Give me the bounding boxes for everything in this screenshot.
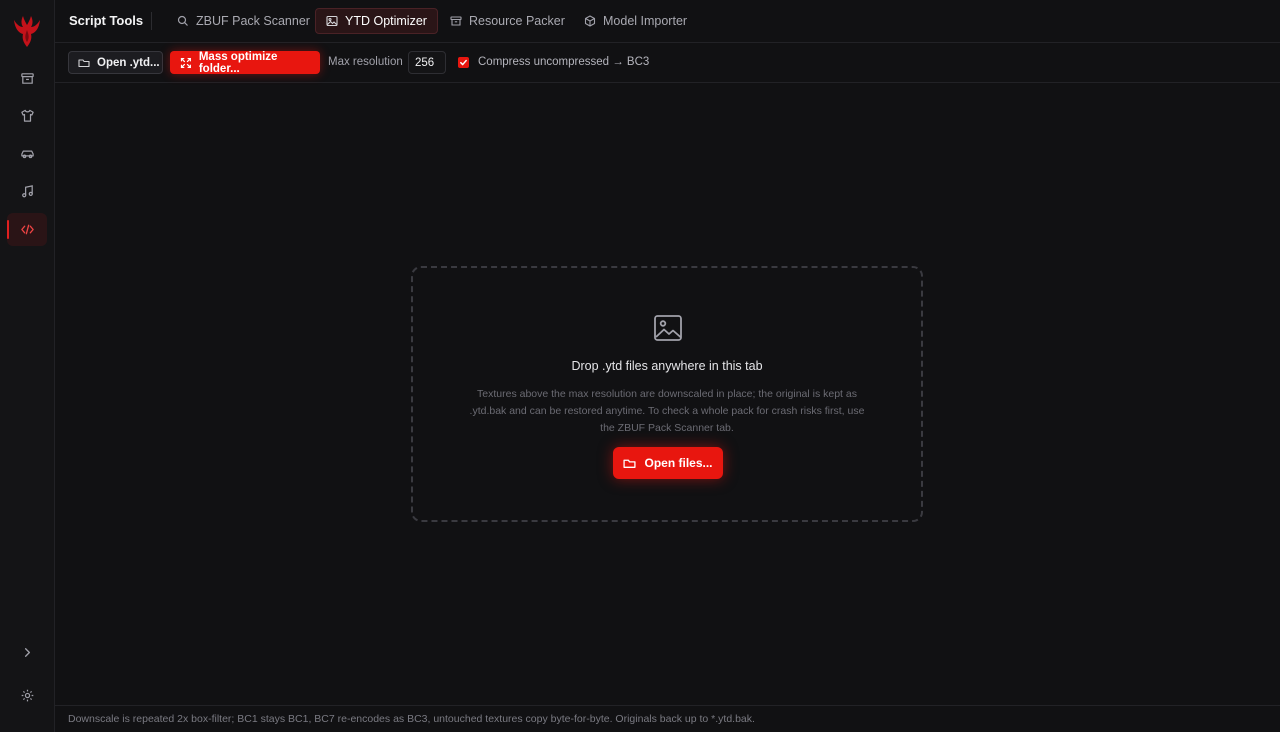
archive-icon (450, 16, 462, 26)
tab-label: Model Importer (603, 14, 688, 28)
image-icon (654, 315, 682, 341)
header-divider (151, 12, 152, 30)
settings-button[interactable] (7, 679, 47, 712)
archive-icon (20, 73, 34, 84)
checkmark-icon (460, 59, 467, 66)
header: Script Tools ZBUF Pack Scanner YTD Optim… (55, 0, 1280, 43)
sidebar-item-clothing[interactable] (7, 99, 47, 132)
status-text: Downscale is repeated 2x box-filter; BC1… (68, 713, 755, 725)
car-icon (20, 150, 34, 159)
sidebar-item-script-tools[interactable] (7, 213, 47, 246)
sidebar-expand-button[interactable] (7, 636, 47, 669)
folder-icon (78, 58, 90, 67)
chevron-right-icon (24, 648, 30, 657)
sidebar (0, 0, 55, 732)
sidebar-item-archive[interactable] (7, 62, 47, 95)
open-ytd-label: Open .ytd... (97, 56, 160, 69)
open-ytd-button[interactable]: Open .ytd... (68, 51, 163, 74)
sidebar-item-vehicles[interactable] (7, 137, 47, 170)
mass-optimize-button[interactable]: Mass optimize folder... (170, 50, 320, 75)
phoenix-logo-icon (14, 16, 40, 47)
compress-checkbox[interactable] (458, 57, 469, 68)
search-icon (177, 15, 188, 26)
shirt-icon (20, 109, 34, 122)
tab-label: ZBUF Pack Scanner (196, 14, 310, 28)
tab-ytd-optimizer[interactable]: YTD Optimizer (315, 8, 438, 34)
tab-resource-packer[interactable]: Resource Packer (440, 8, 575, 34)
image-icon (326, 15, 338, 27)
tab-zbuf-pack-scanner[interactable]: ZBUF Pack Scanner (167, 8, 320, 34)
max-resolution-label: Max resolution (328, 56, 403, 68)
drop-zone-description: Textures above the max resolution are do… (469, 388, 865, 434)
tab-model-importer[interactable]: Model Importer (574, 8, 697, 34)
folder-icon (623, 459, 637, 468)
mass-optimize-label: Mass optimize folder... (198, 50, 278, 75)
drop-zone-title: Drop .ytd files anywhere in this tab (571, 359, 763, 373)
max-resolution-input[interactable] (408, 51, 446, 74)
sidebar-item-audio[interactable] (7, 175, 47, 208)
page-title: Script Tools (69, 13, 144, 28)
drop-zone[interactable]: Drop .ytd files anywhere in this tab Tex… (411, 266, 923, 522)
expand-arrows-icon (180, 57, 191, 68)
music-note-icon (21, 185, 33, 198)
cube-icon (584, 15, 596, 27)
open-files-button[interactable]: Open files... (613, 447, 723, 479)
compress-label: Compress uncompressed → BC3 (478, 56, 650, 68)
status-bar: Downscale is repeated 2x box-filter; BC1… (55, 705, 1280, 732)
code-icon (20, 224, 34, 235)
open-files-label: Open files... (644, 456, 713, 470)
tab-label: Resource Packer (469, 14, 565, 28)
gear-icon (21, 689, 33, 702)
tab-label: YTD Optimizer (345, 14, 427, 28)
toolbar: Open .ytd... Mass optimize folder... Max… (55, 43, 1280, 83)
